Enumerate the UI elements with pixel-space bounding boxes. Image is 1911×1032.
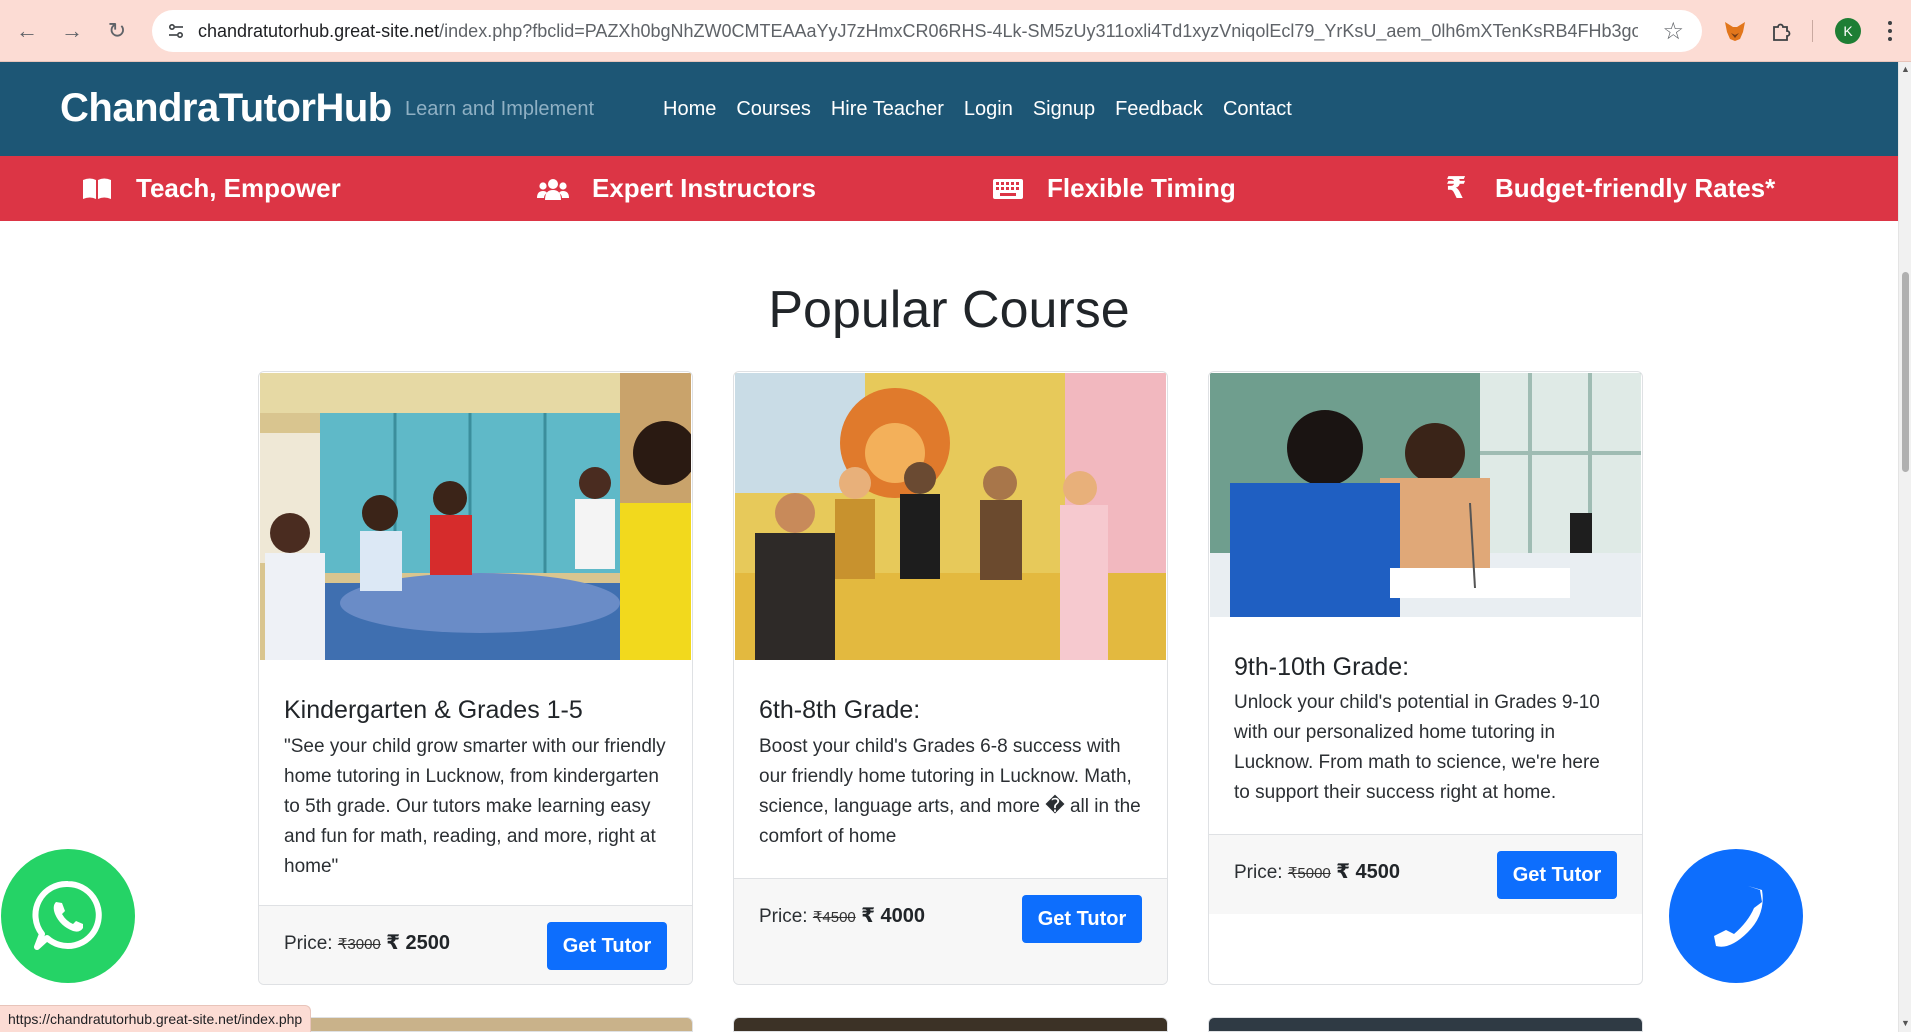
course-card-next [1208,1017,1643,1032]
price-label: Price: [1234,862,1283,883]
feature-teach: Teach, Empower [80,156,341,221]
nav-signup[interactable]: Signup [1033,98,1095,121]
course-title: 9th-10th Grade: [1234,653,1410,681]
brand-logo-text[interactable]: ChandraTutorHub [60,86,392,131]
section-title: Popular Course [768,281,1130,339]
currency-symbol: ₹ [861,905,875,927]
course-card: 6th-8th Grade: Boost your child's Grades… [733,371,1168,985]
metamask-fox-icon[interactable] [1720,16,1750,46]
keyboard-icon [991,172,1025,206]
price-text: Price: ₹3000 ₹ 2500 [284,930,450,955]
course-image [1210,373,1641,617]
scroll-down-arrow-icon[interactable]: ▼ [1900,1018,1911,1030]
link-status-bar: https://chandratutorhub.great-site.net/i… [0,1005,312,1032]
currency-symbol: ₹ [1336,861,1350,883]
nav-login[interactable]: Login [964,98,1013,121]
card-footer: Price: ₹3000 ₹ 2500 Get Tutor [259,905,692,984]
reload-icon[interactable]: ↻ [100,14,134,48]
course-title: Kindergarten & Grades 1-5 [284,696,583,724]
url-path: /index.php?fbclid=PAZXh0bgNhZW0CMTEAAaYy… [439,20,1638,41]
course-description: "See your child grow smarter with our fr… [284,736,666,877]
site-header: ChandraTutorHub Learn and Implement Home… [0,62,1898,156]
card-footer: Price: ₹4500 ₹ 4000 Get Tutor [734,878,1167,984]
course-card-next [733,1017,1168,1032]
course-card: Kindergarten & Grades 1-5 "See your chil… [258,371,693,985]
back-arrow-icon[interactable]: ← [10,14,44,48]
course-image [260,373,691,660]
get-tutor-button[interactable]: Get Tutor [1022,895,1142,943]
nav-home[interactable]: Home [663,98,716,121]
get-tutor-button[interactable]: Get Tutor [1497,851,1617,899]
feature-label: Budget-friendly Rates* [1495,173,1776,203]
get-tutor-button[interactable]: Get Tutor [547,922,667,970]
card-footer: Price: ₹5000 ₹ 4500 Get Tutor [1209,834,1642,914]
nav-hire-teacher[interactable]: Hire Teacher [831,98,944,121]
forward-arrow-icon[interactable]: → [55,14,89,48]
currency-symbol: ₹ [1287,865,1298,882]
address-bar[interactable]: chandratutorhub.great-site.net/index.php… [152,10,1702,52]
book-open-icon [80,172,114,206]
feature-instructors: Expert Instructors [536,156,816,221]
course-card-next [258,1017,693,1032]
current-price: 2500 [405,932,451,954]
price-label: Price: [759,906,808,927]
feature-label: Flexible Timing [1047,173,1236,203]
nav-contact[interactable]: Contact [1223,98,1292,121]
page-scrollbar[interactable]: ▲ ▼ [1898,62,1911,1032]
feature-strip: Teach, Empower Expert Instructors Flexib… [0,156,1898,221]
url-text: chandratutorhub.great-site.net/index.php… [198,21,1638,42]
current-price: 4000 [880,905,926,927]
browser-menu-icon[interactable] [1880,16,1900,46]
old-price: 5000 [1297,865,1331,882]
price-text: Price: ₹4500 ₹ 4000 [759,903,925,928]
call-button[interactable] [1669,849,1803,983]
users-icon [536,172,570,206]
scrollbar-thumb[interactable] [1902,272,1909,472]
feature-rates: ₹ Budget-friendly Rates* [1439,156,1776,221]
currency-symbol: ₹ [337,936,348,953]
toolbar-divider [1812,20,1813,42]
rupee-icon: ₹ [1445,172,1467,205]
course-card: 9th-10th Grade: Unlock your child's pote… [1208,371,1643,985]
feature-label: Expert Instructors [592,173,816,203]
phone-icon [1714,886,1763,947]
course-description: Unlock your child's potential in Grades … [1234,692,1600,803]
old-price: 4500 [822,909,856,926]
nav-feedback[interactable]: Feedback [1115,98,1203,121]
course-image [735,373,1166,660]
site-info-icon[interactable] [158,13,194,49]
bookmark-star-icon[interactable]: ☆ [1662,17,1684,46]
nav-courses[interactable]: Courses [736,98,810,121]
url-host: chandratutorhub.great-site.net [198,20,440,41]
feature-label: Teach, Empower [136,173,341,203]
brand-tagline: Learn and Implement [405,98,595,120]
current-price: 4500 [1355,861,1401,883]
old-price: 3000 [347,936,381,953]
currency-symbol: ₹ [386,932,400,954]
scroll-up-arrow-icon[interactable]: ▲ [1900,64,1911,76]
price-text: Price: ₹5000 ₹ 4500 [1234,859,1400,884]
price-label: Price: [284,933,333,954]
course-description: Boost your child's Grades 6-8 success wi… [759,736,1141,847]
whatsapp-button[interactable] [1,849,135,983]
course-title: 6th-8th Grade: [759,696,921,724]
profile-avatar[interactable]: K [1835,18,1861,44]
currency-symbol: ₹ [812,909,823,926]
browser-toolbar: ← → ↻ chandratutorhub.great-site.net/ind… [0,0,1911,62]
whatsapp-icon [32,880,102,950]
main-nav: Home Courses Hire Teacher Login Signup F… [663,98,1292,121]
feature-timing: Flexible Timing [991,156,1236,221]
extensions-puzzle-icon[interactable] [1766,16,1796,46]
